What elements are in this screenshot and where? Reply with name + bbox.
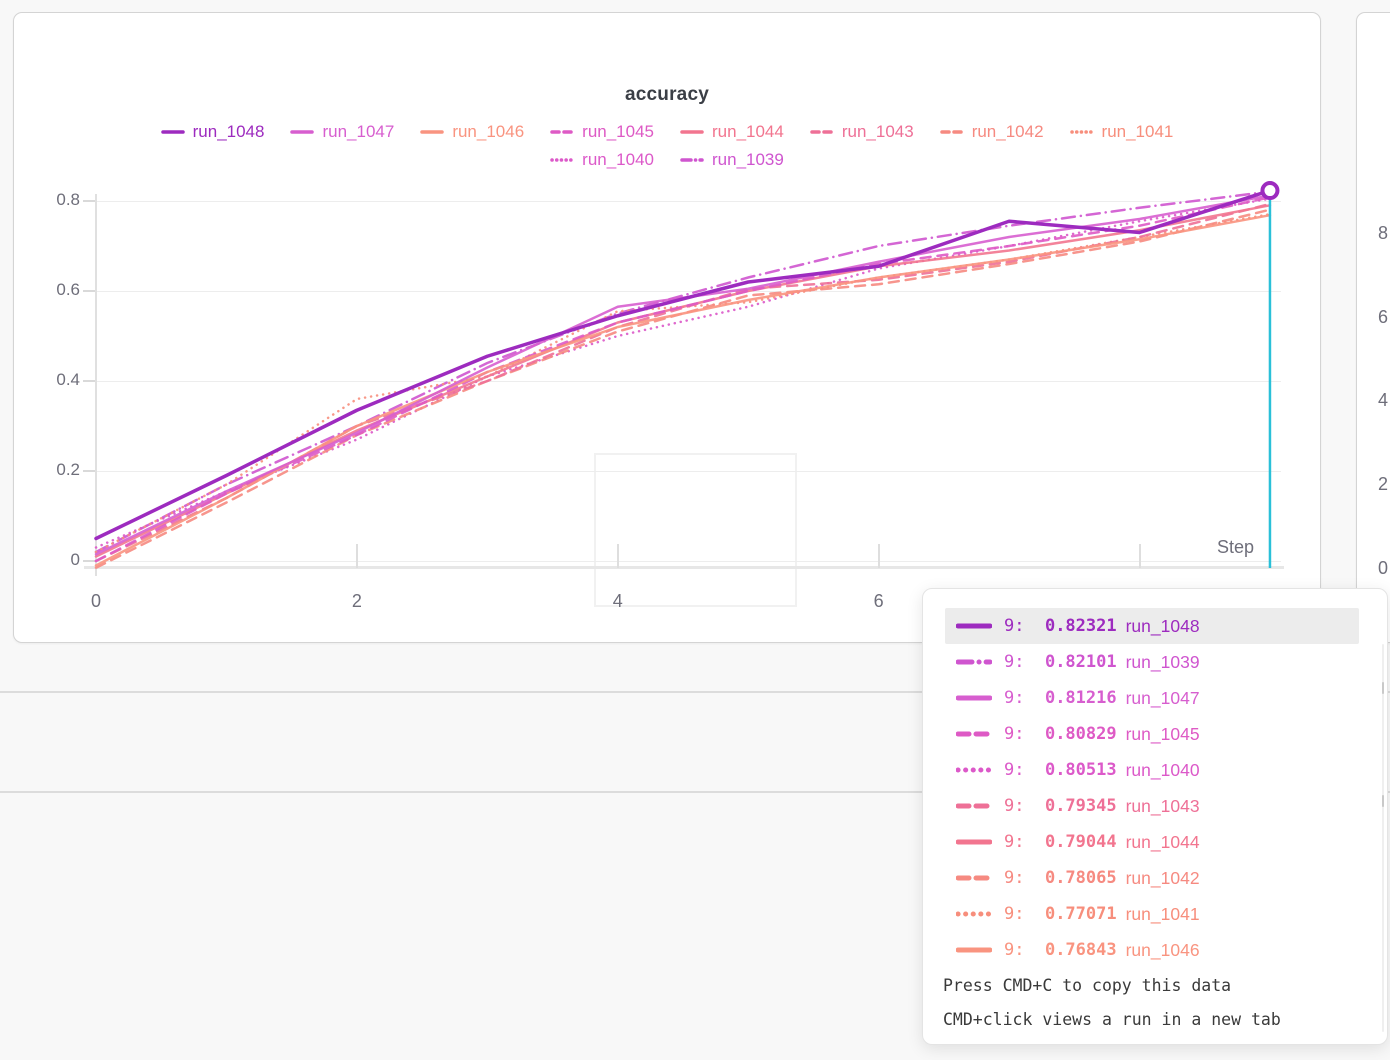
tooltip-run-name: run_1042 bbox=[1126, 868, 1200, 889]
adjacent-chart-panel[interactable]: 8 6 4 2 0 bbox=[1356, 12, 1390, 643]
series-line-run_1046[interactable] bbox=[96, 215, 1270, 565]
tooltip-row-run_1040[interactable]: 9: 0.80513 run_1040 bbox=[945, 752, 1359, 788]
tooltip-value: 0.82321 bbox=[1045, 616, 1117, 636]
tooltip-row-run_1043[interactable]: 9: 0.79345 run_1043 bbox=[945, 788, 1359, 824]
tooltip-value: 0.77071 bbox=[1045, 904, 1117, 924]
tooltip-step: 9: bbox=[1004, 904, 1045, 924]
legend-line-sample bbox=[956, 909, 992, 919]
tooltip-footer: Press CMD+C to copy this data CMD+click … bbox=[943, 969, 1281, 1037]
adjacent-y-axis-label: 6 bbox=[1378, 307, 1390, 329]
tooltip-step: 9: bbox=[1004, 832, 1045, 852]
tooltip-step: 9: bbox=[1004, 760, 1045, 780]
tooltip-value: 0.81216 bbox=[1045, 688, 1117, 708]
series-line-run_1043[interactable] bbox=[96, 204, 1270, 561]
legend-line-sample bbox=[956, 621, 992, 631]
tooltip-rows: 9: 0.82321run_10489: 0.82101run_10399: 0… bbox=[945, 608, 1359, 968]
y-axis-label: 0.6 bbox=[14, 280, 80, 302]
tooltip-row-run_1044[interactable]: 9: 0.79044 run_1044 bbox=[945, 824, 1359, 860]
series-line-run_1041[interactable] bbox=[96, 214, 1270, 552]
legend-line-sample bbox=[956, 657, 992, 667]
tooltip-row-run_1046[interactable]: 9: 0.76843 run_1046 bbox=[945, 932, 1359, 968]
tooltip-value: 0.79345 bbox=[1045, 796, 1117, 816]
x-axis-label: 6 bbox=[857, 591, 901, 615]
y-axis-label: 0.4 bbox=[14, 370, 80, 392]
legend-line-sample bbox=[956, 693, 992, 703]
x-axis-label: 2 bbox=[335, 591, 379, 615]
tooltip-run-name: run_1045 bbox=[1126, 724, 1200, 745]
tooltip-run-name: run_1044 bbox=[1126, 832, 1200, 853]
tooltip-hint-copy: Press CMD+C to copy this data bbox=[943, 969, 1281, 1003]
tooltip-row-run_1041[interactable]: 9: 0.77071 run_1041 bbox=[945, 896, 1359, 932]
highlighted-point-marker bbox=[1262, 183, 1277, 198]
tooltip-value: 0.79044 bbox=[1045, 832, 1117, 852]
tooltip-value: 0.76843 bbox=[1045, 940, 1117, 960]
tooltip-run-name: run_1046 bbox=[1126, 940, 1200, 961]
tooltip-value: 0.78065 bbox=[1045, 868, 1117, 888]
tooltip-run-name: run_1040 bbox=[1126, 760, 1200, 781]
chart-panel-accuracy[interactable]: accuracy run_1048run_1047run_1046run_104… bbox=[13, 12, 1321, 643]
tooltip-value: 0.80513 bbox=[1045, 760, 1117, 780]
legend-line-sample bbox=[956, 873, 992, 883]
x-axis-label: 4 bbox=[596, 591, 640, 615]
tooltip-step: 9: bbox=[1004, 724, 1045, 744]
legend-line-sample bbox=[956, 801, 992, 811]
x-axis-label: 0 bbox=[74, 591, 118, 615]
adjacent-y-axis-label: 0 bbox=[1378, 558, 1390, 580]
legend-line-sample bbox=[956, 945, 992, 955]
tooltip-row-run_1039[interactable]: 9: 0.82101 run_1039 bbox=[945, 644, 1359, 680]
tooltip-step: 9: bbox=[1004, 616, 1045, 636]
tooltip-value: 0.82101 bbox=[1045, 652, 1117, 672]
adjacent-y-axis-label: 8 bbox=[1378, 223, 1390, 245]
tooltip-step: 9: bbox=[1004, 868, 1045, 888]
legend-line-sample bbox=[956, 765, 992, 775]
page: accuracy run_1048run_1047run_1046run_104… bbox=[0, 0, 1390, 1060]
tooltip-scrollbar-notch[interactable] bbox=[1382, 795, 1384, 807]
y-axis-label: 0 bbox=[14, 550, 80, 572]
series-line-run_1045[interactable] bbox=[96, 197, 1270, 561]
series-lines bbox=[96, 186, 1281, 578]
x-axis-title: Step bbox=[1217, 537, 1254, 558]
plot-area[interactable]: Step 00.20.40.60.802468 bbox=[14, 13, 1320, 642]
tooltip-run-name: run_1048 bbox=[1126, 616, 1200, 637]
y-axis-label: 0.2 bbox=[14, 460, 80, 482]
tooltip-row-run_1048[interactable]: 9: 0.82321 run_1048 bbox=[945, 608, 1359, 644]
series-line-run_1040[interactable] bbox=[96, 199, 1270, 548]
series-line-run_1048[interactable] bbox=[96, 191, 1270, 539]
series-line-run_1042[interactable] bbox=[96, 210, 1270, 568]
tooltip-step: 9: bbox=[1004, 940, 1045, 960]
tooltip-run-name: run_1041 bbox=[1126, 904, 1200, 925]
adjacent-y-axis-label: 2 bbox=[1378, 474, 1390, 496]
legend-line-sample bbox=[956, 729, 992, 739]
tooltip-run-name: run_1043 bbox=[1126, 796, 1200, 817]
tooltip-scrollbar[interactable] bbox=[1382, 644, 1384, 1032]
series-line-run_1044[interactable] bbox=[96, 205, 1270, 556]
chart-tooltip: 9: 0.82321run_10489: 0.82101run_10399: 0… bbox=[922, 588, 1388, 1045]
tooltip-step: 9: bbox=[1004, 652, 1045, 672]
tooltip-value: 0.80829 bbox=[1045, 724, 1117, 744]
tooltip-row-run_1042[interactable]: 9: 0.78065 run_1042 bbox=[945, 860, 1359, 896]
legend-line-sample bbox=[956, 837, 992, 847]
tooltip-scrollbar-notch[interactable] bbox=[1382, 682, 1384, 694]
tooltip-hint-open-run: CMD+click views a run in a new tab bbox=[943, 1003, 1281, 1037]
adjacent-panel-y-axis: 8 6 4 2 0 bbox=[1357, 13, 1390, 642]
tooltip-run-name: run_1047 bbox=[1126, 688, 1200, 709]
adjacent-y-axis-label: 4 bbox=[1378, 390, 1390, 412]
tooltip-row-run_1047[interactable]: 9: 0.81216 run_1047 bbox=[945, 680, 1359, 716]
tooltip-step: 9: bbox=[1004, 796, 1045, 816]
y-axis-label: 0.8 bbox=[14, 190, 80, 212]
tooltip-row-run_1045[interactable]: 9: 0.80829 run_1045 bbox=[945, 716, 1359, 752]
tooltip-step: 9: bbox=[1004, 688, 1045, 708]
tooltip-run-name: run_1039 bbox=[1126, 652, 1200, 673]
